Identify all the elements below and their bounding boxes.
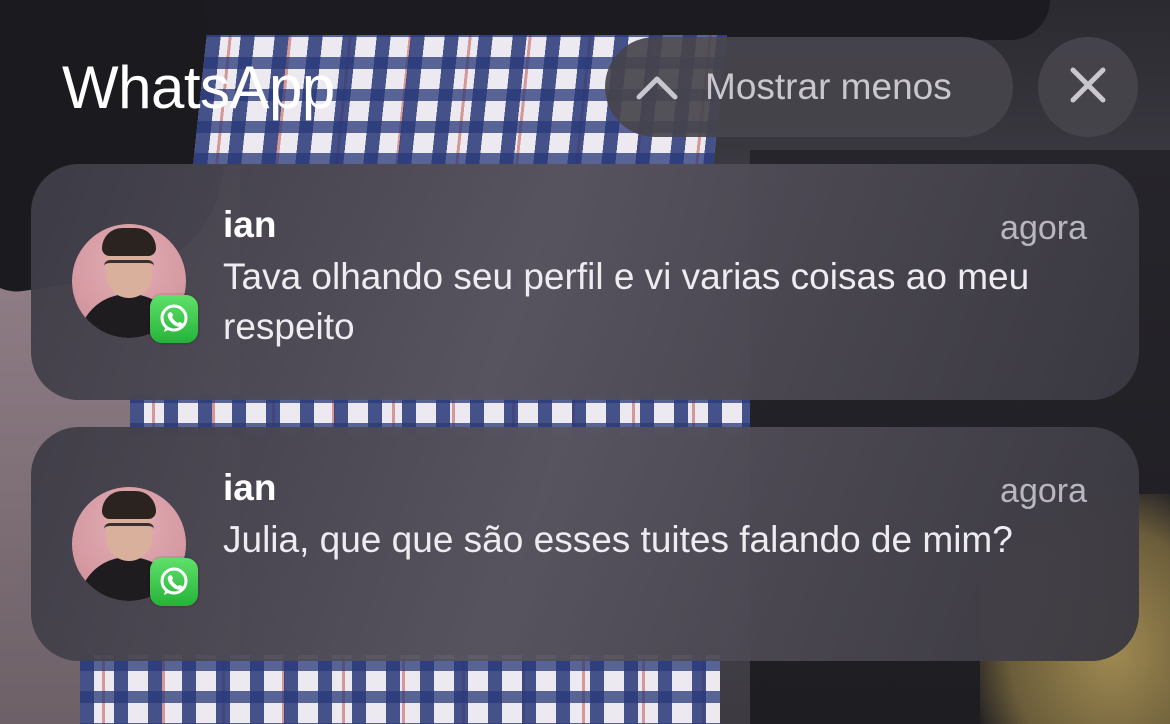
- notification-message: Tava olhando seu perfil e vi varias cois…: [223, 256, 1030, 347]
- notification-time: agora: [1000, 209, 1087, 247]
- close-icon: [1069, 66, 1107, 109]
- show-less-button[interactable]: Mostrar menos: [605, 37, 1013, 137]
- chevron-up-icon: [635, 65, 679, 109]
- close-button[interactable]: [1038, 37, 1138, 137]
- app-group-title: WhatsApp: [62, 54, 335, 121]
- notification-time: agora: [1000, 472, 1087, 510]
- whatsapp-icon: [150, 295, 198, 343]
- notification-card[interactable]: ian agora Julia, que que são esses tuite…: [31, 427, 1139, 661]
- notification-message: Julia, que que são esses tuites falando …: [223, 519, 1013, 560]
- notification-sender: ian: [223, 204, 277, 245]
- show-less-label: Mostrar menos: [705, 66, 952, 107]
- notification-card[interactable]: ian agora Tava olhando seu perfil e vi v…: [31, 164, 1139, 400]
- whatsapp-icon: [150, 558, 198, 606]
- notification-sender: ian: [223, 467, 277, 508]
